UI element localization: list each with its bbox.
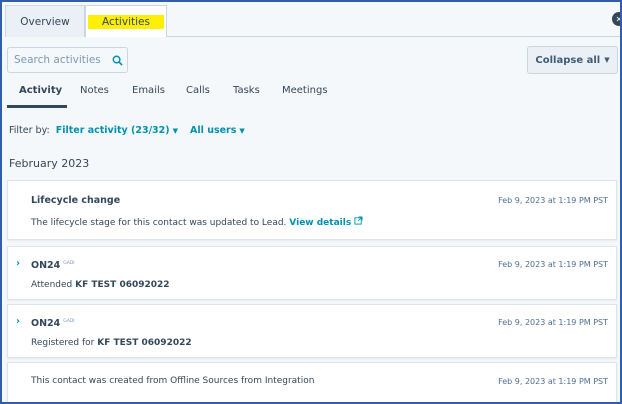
card-body: The lifecycle stage for this contact was… — [31, 216, 363, 228]
card-body: This contact was created from Offline So… — [31, 376, 315, 386]
caret-down-icon: ▼ — [604, 56, 610, 64]
tab-meetings[interactable]: Meetings — [282, 82, 328, 108]
card-title: ON24 GADI — [31, 260, 75, 271]
card-title: ON24 GADI — [31, 318, 75, 329]
tab-emails[interactable]: Emails — [132, 82, 165, 108]
activity-card-on24-registered: › ON24 GADI Feb 9, 2023 at 1:19 PM PST Re… — [7, 304, 617, 358]
collapse-all-label: Collapse all — [535, 54, 601, 66]
card-title-text: ON24 — [31, 318, 61, 329]
all-users-dropdown[interactable]: All users ▼ — [190, 125, 245, 136]
filter-row: Filter by: Filter activity (23/32) ▼ All … — [9, 125, 245, 136]
tab-tasks-label: Tasks — [233, 85, 260, 96]
activities-panel: Overview Activities ✕ Collapse all ▼ Act… — [0, 0, 622, 404]
card-body-prefix: Registered for — [31, 338, 95, 348]
tab-calls-label: Calls — [186, 85, 210, 96]
activity-card-on24-attended: › ON24 GADI Feb 9, 2023 at 1:19 PM PST At… — [7, 246, 617, 300]
card-body: Registered for KF TEST 06092022 — [31, 338, 192, 348]
card-title-text: ON24 — [31, 260, 61, 271]
tab-tasks[interactable]: Tasks — [233, 82, 260, 108]
card-timestamp: Feb 9, 2023 at 1:19 PM PST — [498, 318, 608, 327]
tab-notes[interactable]: Notes — [80, 82, 109, 108]
tab-overview-label: Overview — [20, 15, 70, 28]
card-badge: GADI — [63, 260, 75, 266]
card-body-text: The lifecycle stage for this contact was… — [31, 218, 287, 228]
activity-tabs: Activity Notes Emails Calls Tasks Meetin… — [7, 82, 617, 108]
search-input[interactable] — [8, 54, 107, 66]
tab-overview[interactable]: Overview — [5, 5, 85, 37]
external-link-icon — [354, 216, 363, 228]
card-timestamp: Feb 9, 2023 at 1:19 PM PST — [498, 260, 608, 269]
view-details-label: View details — [289, 218, 352, 228]
caret-down-icon: ▼ — [239, 127, 245, 135]
filter-activity-dropdown[interactable]: Filter activity (23/32) ▼ — [56, 125, 178, 136]
card-badge: GADI — [63, 318, 75, 324]
filter-prefix: Filter by: — [9, 125, 50, 136]
tab-activities-label: Activities — [88, 14, 164, 29]
close-icon[interactable]: ✕ — [612, 12, 620, 26]
view-details-link[interactable]: View details — [289, 216, 363, 228]
top-tabs: Overview Activities — [5, 5, 620, 37]
tab-activity-label: Activity — [19, 85, 63, 96]
search-box — [7, 47, 128, 73]
card-body-prefix: Attended — [31, 280, 73, 290]
tab-calls[interactable]: Calls — [186, 82, 210, 108]
activity-card-created: This contact was created from Offline So… — [7, 362, 617, 402]
tab-emails-label: Emails — [132, 85, 165, 96]
filter-activity-label: Filter activity (23/32) — [55, 125, 170, 136]
event-name: KF TEST 06092022 — [75, 280, 170, 290]
tab-meetings-label: Meetings — [282, 85, 328, 96]
month-heading: February 2023 — [9, 157, 90, 170]
card-timestamp: Feb 9, 2023 at 1:19 PM PST — [498, 377, 608, 386]
collapse-all-button[interactable]: Collapse all ▼ — [527, 46, 618, 74]
tab-activity[interactable]: Activity — [7, 82, 67, 108]
expand-chevron-icon[interactable]: › — [16, 316, 20, 327]
event-name: KF TEST 06092022 — [97, 338, 192, 348]
caret-down-icon: ▼ — [172, 127, 179, 135]
tab-activities[interactable]: Activities — [85, 5, 167, 37]
expand-chevron-icon[interactable]: › — [16, 258, 20, 269]
activity-card-lifecycle: Lifecycle change Feb 9, 2023 at 1:19 PM … — [7, 180, 617, 240]
all-users-label: All users — [190, 125, 237, 136]
search-icon[interactable] — [107, 50, 127, 70]
tab-notes-label: Notes — [80, 85, 109, 96]
card-timestamp: Feb 9, 2023 at 1:19 PM PST — [498, 196, 608, 205]
card-title: Lifecycle change — [31, 195, 121, 206]
card-body: Attended KF TEST 06092022 — [31, 280, 170, 290]
